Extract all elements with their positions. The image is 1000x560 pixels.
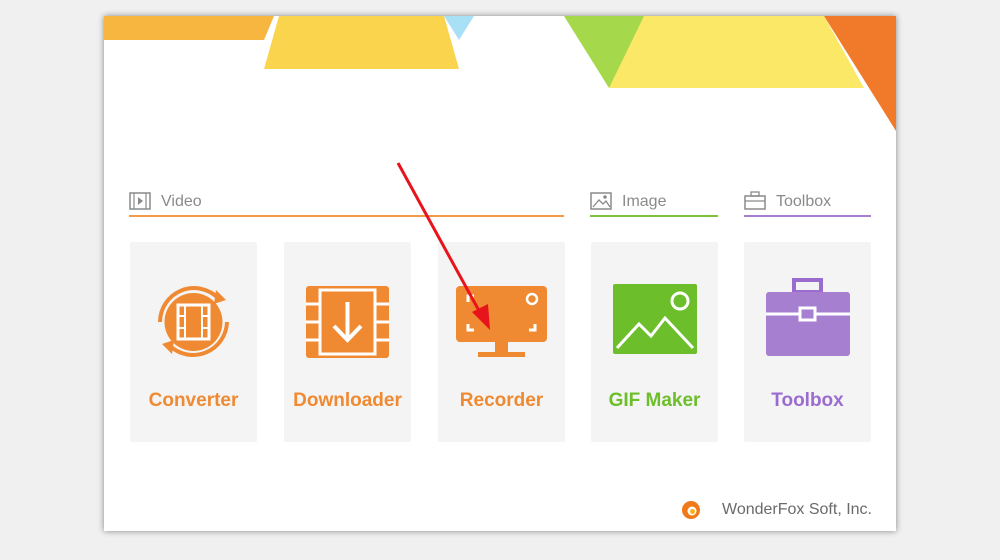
app-window: Video Image Toolbox Converter Downloader… — [104, 16, 896, 531]
converter-card[interactable]: Converter — [130, 242, 257, 442]
toolbox-label: Toolbox — [771, 390, 844, 411]
recorder-label: Recorder — [459, 390, 544, 411]
section-image-underline — [590, 215, 718, 217]
gif-image-icon — [613, 284, 697, 354]
gif-maker-label: GIF Maker — [608, 390, 701, 411]
section-toolbox-underline — [744, 215, 871, 217]
briefcase-icon — [744, 191, 766, 210]
section-video-underline — [129, 215, 564, 217]
gif-maker-card[interactable]: GIF Maker — [591, 242, 718, 442]
film-icon — [129, 192, 151, 210]
footer-brand: WonderFox Soft, Inc. — [672, 499, 872, 521]
header-decoration — [104, 16, 896, 131]
screen-recorder-icon — [456, 286, 547, 357]
section-toolbox-label: Toolbox — [776, 193, 832, 210]
downloader-label: Downloader — [293, 390, 402, 411]
section-video-label: Video — [161, 193, 202, 210]
section-image: Image — [590, 187, 718, 217]
footer-brand-text: WonderFox Soft, Inc. — [722, 501, 872, 518]
recorder-card[interactable]: Recorder — [438, 242, 565, 442]
toolbox-card[interactable]: Toolbox — [744, 242, 871, 442]
converter-film-icon — [158, 286, 229, 357]
converter-label: Converter — [148, 390, 239, 411]
section-image-label: Image — [622, 193, 667, 210]
download-film-icon — [306, 286, 389, 358]
section-toolbox: Toolbox — [744, 187, 871, 217]
downloader-card[interactable]: Downloader — [284, 242, 411, 442]
picture-icon — [590, 192, 612, 210]
section-video: Video — [129, 187, 564, 217]
wonderfox-logo-icon — [682, 501, 700, 519]
toolbox-icon — [766, 278, 850, 356]
